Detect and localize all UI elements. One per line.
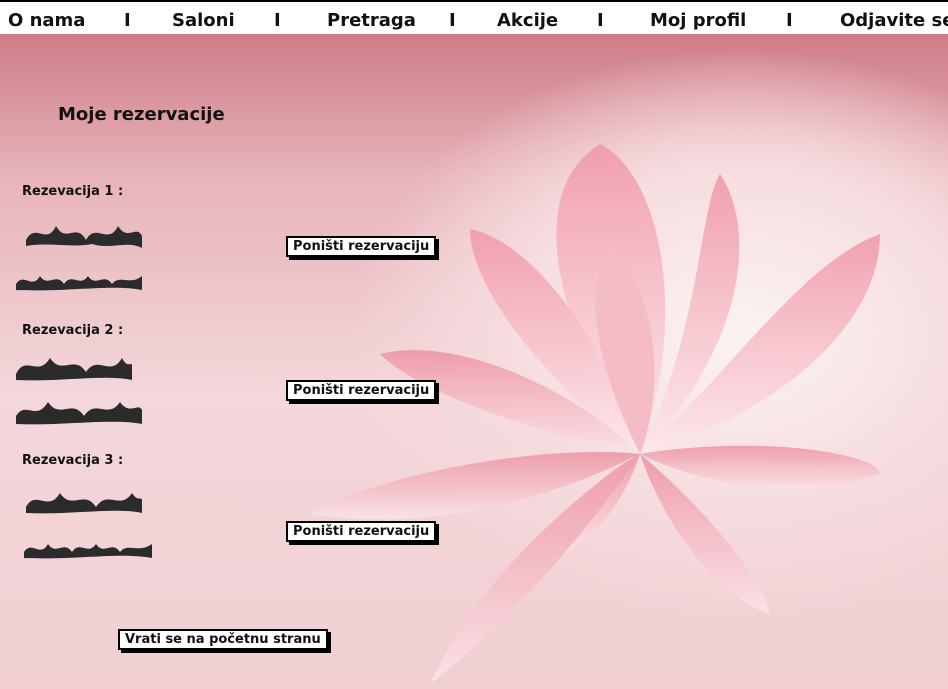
nav-separator: I — [449, 10, 456, 31]
cancel-reservation-2-button[interactable]: Poništi rezervaciju — [286, 380, 437, 401]
redacted-scribble — [26, 226, 142, 248]
redacted-scribble — [24, 544, 152, 559]
nav-item-saloni[interactable]: Saloni — [172, 10, 235, 31]
reservation-1-label: Rezevacija 1 : — [22, 184, 124, 199]
redacted-scribble — [16, 402, 142, 425]
nav-item-odjavite-se[interactable]: Odjavite se — [840, 10, 948, 31]
nav-item-moj-profil[interactable]: Moj profil — [650, 10, 746, 31]
back-to-home-button[interactable]: Vrati se na početnu stranu — [118, 629, 328, 650]
nav-separator: I — [786, 10, 793, 31]
reservation-3-label: Rezevacija 3 : — [22, 453, 124, 468]
lotus-flower-image — [310, 144, 880, 684]
redacted-scribble — [26, 493, 142, 514]
nav-item-o-nama[interactable]: O nama — [8, 10, 85, 31]
top-navigation: O nama I Saloni I Pretraga I Akcije I Mo… — [0, 0, 948, 34]
nav-separator: I — [274, 10, 281, 31]
cancel-reservation-1-button[interactable]: Poništi rezervaciju — [286, 236, 437, 257]
redacted-scribble — [16, 358, 132, 381]
page-title: Moje rezervacije — [58, 104, 225, 125]
nav-separator: I — [124, 10, 131, 31]
cancel-reservation-3-button[interactable]: Poništi rezervaciju — [286, 521, 437, 542]
nav-item-akcije[interactable]: Akcije — [497, 10, 558, 31]
reservation-2-label: Rezevacija 2 : — [22, 323, 124, 338]
nav-item-pretraga[interactable]: Pretraga — [327, 10, 416, 31]
redacted-scribble — [16, 276, 142, 291]
nav-separator: I — [597, 10, 604, 31]
